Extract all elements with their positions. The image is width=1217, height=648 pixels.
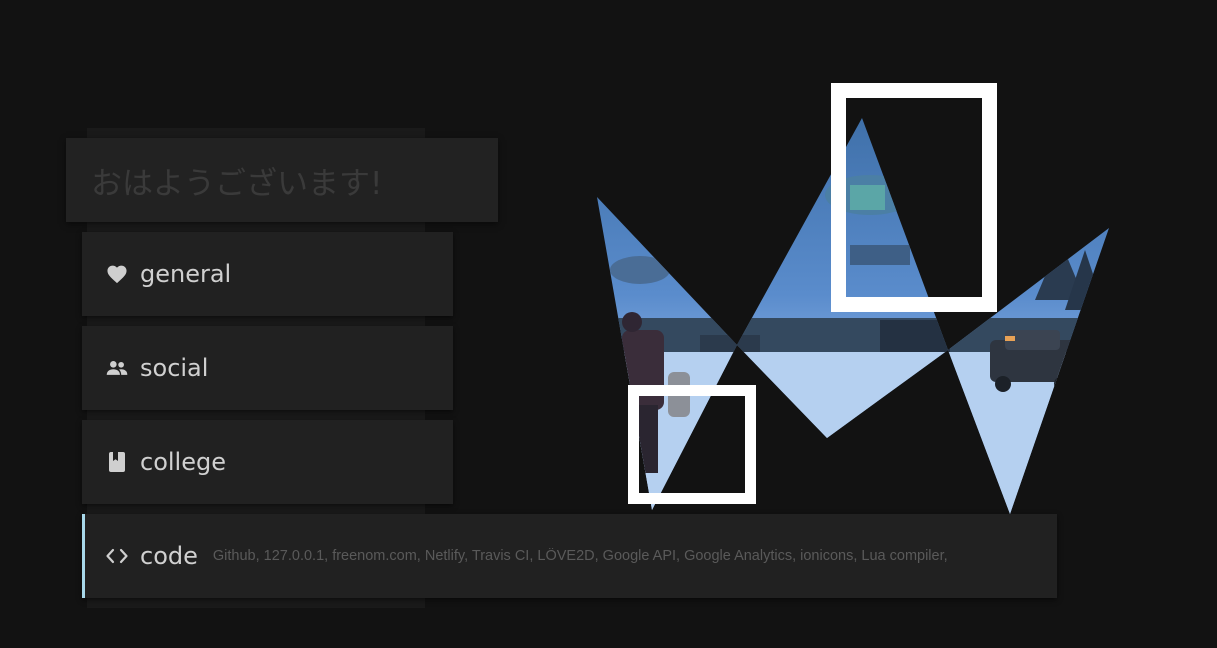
greeting-bar: おはようございます!: [66, 138, 498, 222]
winter-photo: [597, 118, 1109, 514]
start-page: おはようございます! general social college code G…: [0, 0, 1217, 648]
menu-item-college[interactable]: college: [82, 420, 453, 504]
book-icon: [106, 451, 128, 473]
menu-label-general: general: [140, 260, 232, 288]
people-icon: [106, 357, 128, 379]
greeting-text: おはようございます!: [91, 165, 383, 202]
code-brackets-icon: [106, 545, 128, 567]
menu-item-code[interactable]: code Github, 127.0.0.1, freenom.com, Net…: [82, 514, 1057, 598]
large-frame-outline: [831, 83, 997, 312]
menu-label-code: code: [140, 542, 198, 570]
heart-icon: [106, 263, 128, 285]
menu-label-college: college: [140, 448, 226, 476]
small-frame-outline: [628, 385, 756, 504]
menu-item-general[interactable]: general: [82, 232, 453, 316]
menu-label-social: social: [140, 354, 209, 382]
code-links-list: Github, 127.0.0.1, freenom.com, Netlify,…: [212, 548, 948, 564]
menu-item-social[interactable]: social: [82, 326, 453, 410]
